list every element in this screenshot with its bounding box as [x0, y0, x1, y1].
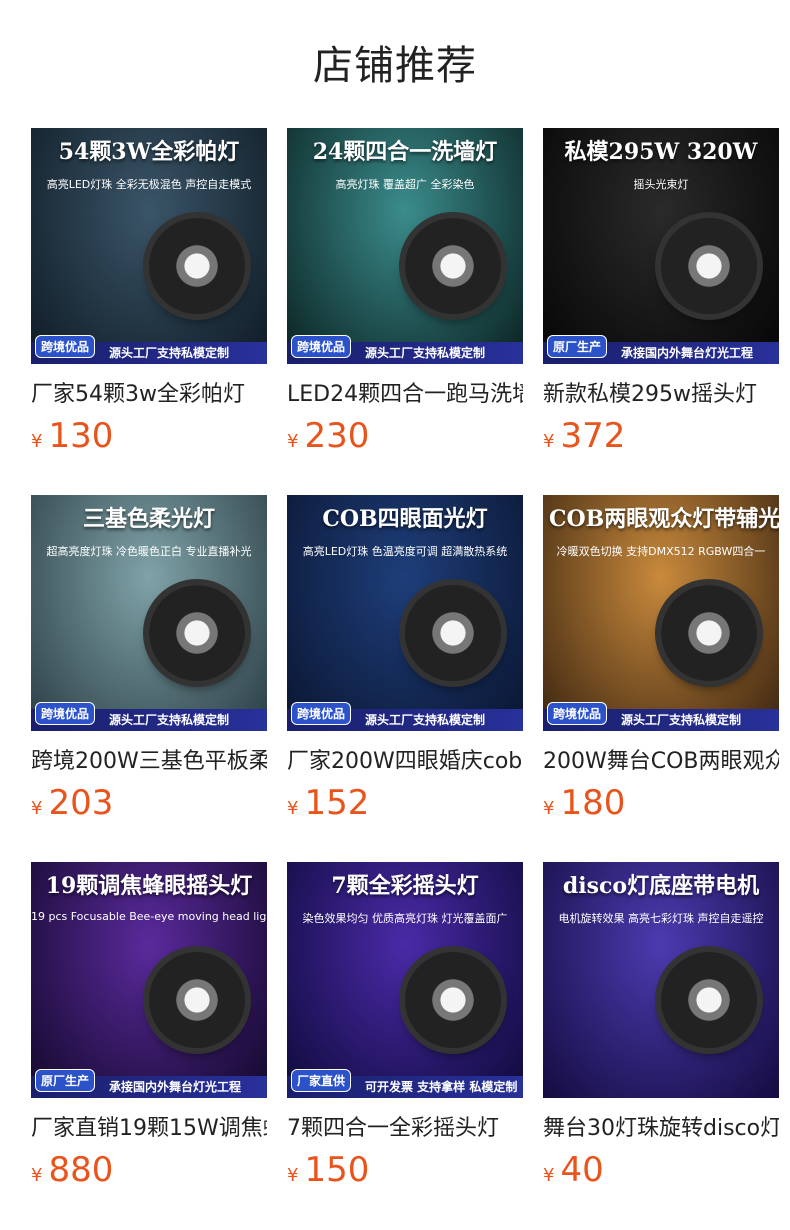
- product-price: ¥230: [287, 416, 523, 462]
- currency-symbol: ¥: [287, 1165, 299, 1186]
- currency-symbol: ¥: [31, 1165, 43, 1186]
- image-badge: 厂家直供: [291, 1069, 352, 1092]
- product-image[interactable]: 私模295W 320W 摇头光束灯 承接国内外舞台灯光工程 原厂生产: [543, 128, 779, 364]
- product-image[interactable]: disco灯底座带电机电机旋转效果 高亮七彩灯珠 声控自走遥控: [543, 862, 779, 1098]
- price-value: 203: [48, 783, 114, 823]
- product-image[interactable]: COB两眼观众灯带辅光 冷暖双色切换 支持DMX512 RGBW四合一 源头工厂支持…: [543, 495, 779, 731]
- price-value: 372: [560, 416, 626, 456]
- product-image[interactable]: COB四眼面光灯 高亮LED灯珠 色温亮度可调 超满散热系统 源头工厂支持私模定制跨…: [287, 495, 523, 731]
- price-value: 40: [560, 1150, 604, 1190]
- image-subtitle: 高亮LED灯珠 全彩无极混色 声控自走模式: [46, 178, 252, 191]
- product-card[interactable]: COB两眼观众灯带辅光 冷暖双色切换 支持DMX512 RGBW四合一 源头工厂支持…: [543, 495, 779, 829]
- price-value: 150: [304, 1150, 370, 1190]
- product-price: ¥150: [287, 1150, 523, 1196]
- product-card[interactable]: COB四眼面光灯 高亮LED灯珠 色温亮度可调 超满散热系统 源头工厂支持私模定制跨…: [287, 495, 523, 829]
- currency-symbol: ¥: [543, 431, 555, 452]
- image-badge: 跨境优品: [291, 702, 352, 725]
- light-fixture-icon: [149, 218, 245, 314]
- currency-symbol: ¥: [287, 798, 299, 819]
- product-image[interactable]: 7颗全彩摇头灯 染色效果均匀 优质高亮灯珠 灯光覆盖面广 可开发票 支持拿样 私模定…: [287, 862, 523, 1098]
- image-badge: 原厂生产: [35, 1069, 96, 1092]
- product-card[interactable]: 7颗全彩摇头灯 染色效果均匀 优质高亮灯珠 灯光覆盖面广 可开发票 支持拿样 私模定…: [287, 862, 523, 1196]
- price-value: 880: [48, 1150, 114, 1190]
- light-fixture-icon: [661, 952, 757, 1048]
- currency-symbol: ¥: [543, 1165, 555, 1186]
- price-value: 152: [304, 783, 370, 823]
- product-image[interactable]: 24颗四合一洗墙灯 高亮灯珠 覆盖超广 全彩染色 源头工厂支持私模定制 跨境优品: [287, 128, 523, 364]
- product-price: ¥203: [31, 783, 267, 829]
- image-subtitle: 超高亮度灯珠 冷色暖色正白 专业直播补光: [46, 545, 252, 558]
- product-card[interactable]: 54颗3W全彩帕灯 高亮LED灯珠 全彩无极混色 声控自走模式 源头工厂支持私模定制…: [31, 128, 267, 462]
- image-badge: 跨境优品: [35, 702, 96, 725]
- product-price: ¥372: [543, 416, 779, 462]
- product-price: ¥130: [31, 416, 267, 462]
- price-value: 130: [48, 416, 114, 456]
- product-card[interactable]: 私模295W 320W 摇头光束灯 承接国内外舞台灯光工程 原厂生产 新款私模295w摇…: [543, 128, 779, 462]
- price-value: 230: [304, 416, 370, 456]
- image-subtitle: 染色效果均匀 优质高亮灯珠 灯光覆盖面广: [302, 912, 508, 925]
- price-value: 180: [560, 783, 626, 823]
- image-headline: COB四眼面光灯: [322, 506, 488, 532]
- product-card[interactable]: 三基色柔光灯 超高亮度灯珠 冷色暖色正白 专业直播补光 源头工厂支持私模定制 跨境优品…: [31, 495, 267, 829]
- product-card[interactable]: 24颗四合一洗墙灯 高亮灯珠 覆盖超广 全彩染色 源头工厂支持私模定制 跨境优品 LED…: [287, 128, 523, 462]
- image-badge: 跨境优品: [35, 335, 96, 358]
- image-badge: 原厂生产: [547, 335, 608, 358]
- image-subtitle: 高亮灯珠 覆盖超广 全彩染色: [335, 178, 475, 191]
- image-headline: 24颗四合一洗墙灯: [312, 139, 498, 165]
- light-fixture-icon: [661, 218, 757, 314]
- light-fixture-icon: [405, 952, 501, 1048]
- image-subtitle: 电机旋转效果 高亮七彩灯珠 声控自走遥控: [558, 912, 764, 925]
- product-name[interactable]: 新款私模295w摇头灯: [543, 380, 779, 410]
- image-subtitle: 19 pcs Focusable Bee-eye moving head lig…: [31, 910, 267, 923]
- image-headline: 7颗全彩摇头灯: [331, 873, 479, 899]
- image-headline: 54颗3W全彩帕灯: [58, 139, 240, 165]
- product-price: ¥40: [543, 1150, 779, 1196]
- image-badge: 跨境优品: [291, 335, 352, 358]
- light-fixture-icon: [661, 585, 757, 681]
- image-headline: COB两眼观众灯带辅光: [549, 506, 779, 532]
- product-name[interactable]: 舞台30灯珠旋转disco灯: [543, 1114, 779, 1144]
- currency-symbol: ¥: [31, 798, 43, 819]
- product-image[interactable]: 三基色柔光灯 超高亮度灯珠 冷色暖色正白 专业直播补光 源头工厂支持私模定制 跨境优品: [31, 495, 267, 731]
- product-image[interactable]: 54颗3W全彩帕灯 高亮LED灯珠 全彩无极混色 声控自走模式 源头工厂支持私模定制…: [31, 128, 267, 364]
- product-name[interactable]: 7颗四合一全彩摇头灯: [287, 1114, 523, 1144]
- image-headline: 私模295W 320W: [564, 139, 758, 165]
- image-badge: 跨境优品: [547, 702, 608, 725]
- product-name[interactable]: 跨境200W三基色平板柔光灯: [31, 747, 267, 777]
- image-headline: disco灯底座带电机: [562, 873, 760, 899]
- light-fixture-icon: [405, 218, 501, 314]
- light-fixture-icon: [149, 585, 245, 681]
- light-fixture-icon: [405, 585, 501, 681]
- image-headline: 三基色柔光灯: [82, 506, 215, 532]
- product-name[interactable]: 厂家200W四眼婚庆cob面光灯: [287, 747, 523, 777]
- light-fixture-icon: [149, 952, 245, 1048]
- product-price: ¥152: [287, 783, 523, 829]
- product-name[interactable]: 厂家54颗3w全彩帕灯: [31, 380, 267, 410]
- image-subtitle: 摇头光束灯: [633, 178, 689, 191]
- page-title: 店铺推荐: [313, 43, 477, 89]
- product-card[interactable]: 19颗调焦蜂眼摇头灯 19 pcs Focusable Bee-eye movin…: [31, 862, 267, 1196]
- image-subtitle: 高亮LED灯珠 色温亮度可调 超满散热系统: [302, 545, 508, 558]
- product-price: ¥180: [543, 783, 779, 829]
- product-card[interactable]: disco灯底座带电机电机旋转效果 高亮七彩灯珠 声控自走遥控舞台30灯珠旋转d…: [543, 862, 779, 1196]
- product-image[interactable]: 19颗调焦蜂眼摇头灯 19 pcs Focusable Bee-eye movin…: [31, 862, 267, 1098]
- currency-symbol: ¥: [31, 431, 43, 452]
- product-name[interactable]: 200W舞台COB两眼观众灯: [543, 747, 779, 777]
- currency-symbol: ¥: [287, 431, 299, 452]
- product-name[interactable]: LED24颗四合一跑马洗墙灯: [287, 380, 523, 410]
- product-name[interactable]: 厂家直销19颗15W调焦蜂眼摇头灯: [31, 1114, 267, 1144]
- product-price: ¥880: [31, 1150, 267, 1196]
- image-headline: 19颗调焦蜂眼摇头灯: [45, 873, 253, 899]
- image-subtitle: 冷暖双色切换 支持DMX512 RGBW四合一: [556, 545, 766, 558]
- currency-symbol: ¥: [543, 798, 555, 819]
